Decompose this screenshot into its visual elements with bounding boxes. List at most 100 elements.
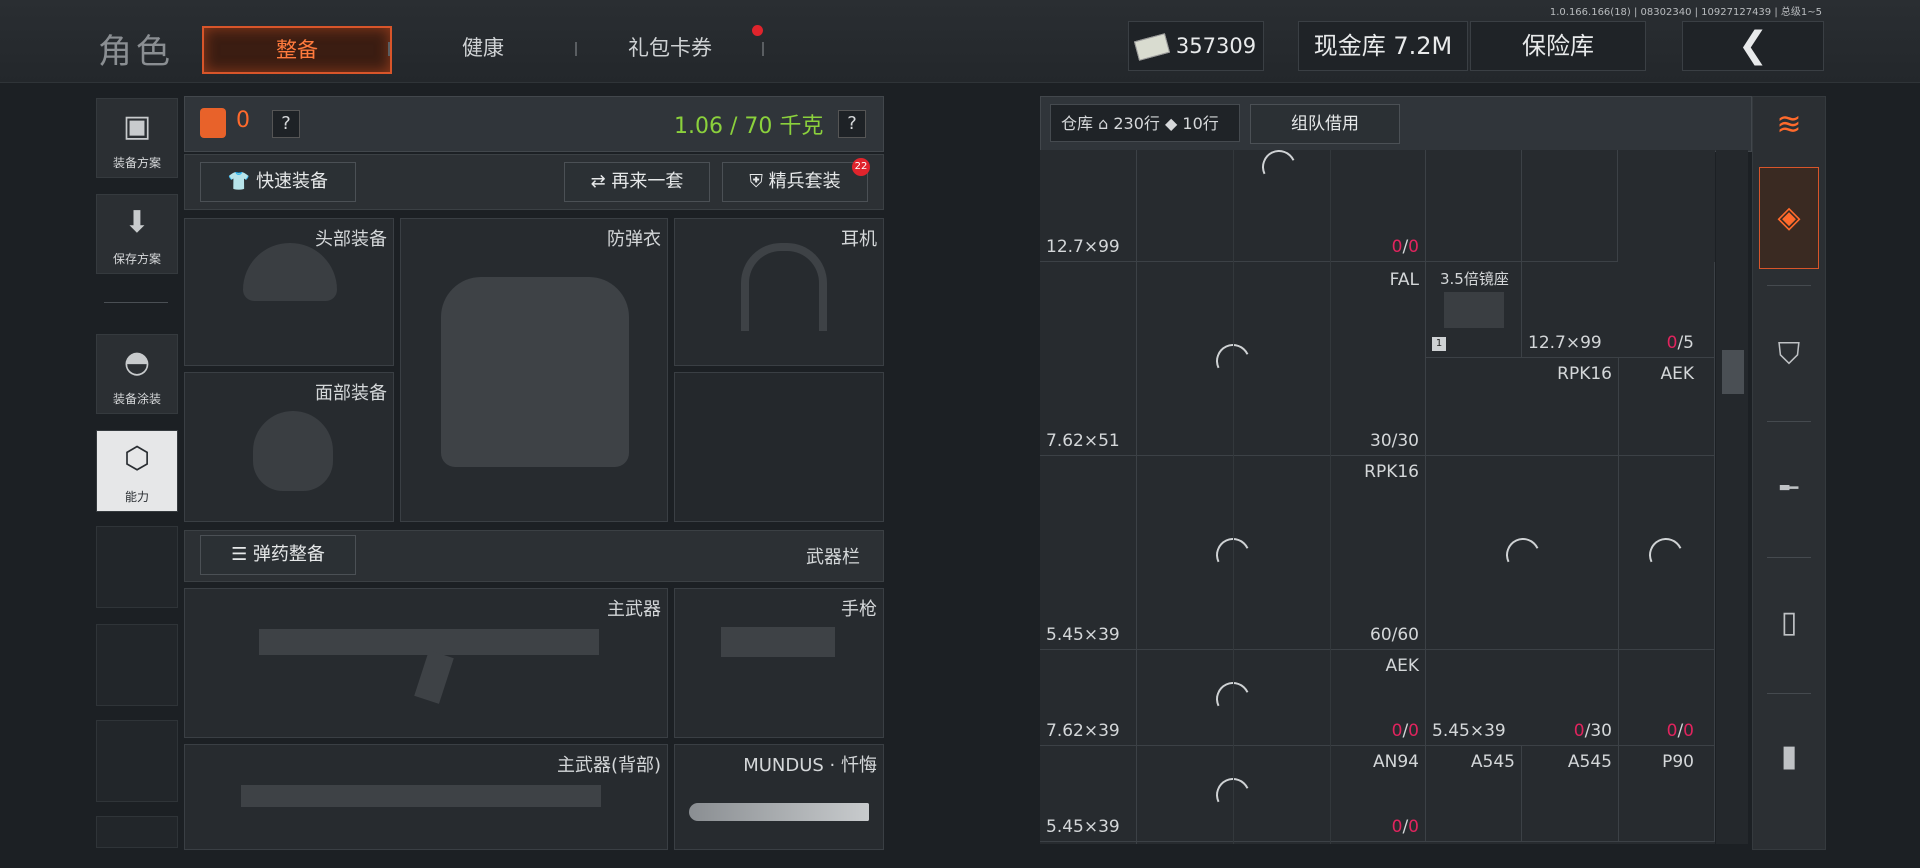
nav-label: 能力 <box>124 490 149 504</box>
slot-head[interactable]: 头部装备 <box>184 218 394 366</box>
item-name: A545 <box>1567 752 1612 772</box>
ammo-equip-button[interactable]: ☰ 弹药整备 <box>200 535 356 575</box>
storage-grid: 12.7×99 0/0 FAL 7.62×51 30/30 3.5倍镜座 1 1… <box>1040 150 1715 844</box>
money-value: 357309 <box>1175 34 1257 58</box>
sort-stack-icon[interactable]: ≋ <box>1753 107 1825 142</box>
grid-line <box>1233 150 1234 844</box>
item-count: 30/30 <box>1370 431 1419 451</box>
grid-line <box>1136 150 1137 844</box>
nav-empty-slot <box>96 720 178 802</box>
rifle-back-icon <box>241 785 601 807</box>
weight-display: 1.06 / 70 千克 <box>674 114 824 139</box>
storage-cell-empty[interactable] <box>1426 150 1522 262</box>
item-caliber: 12.7×99 <box>1046 237 1120 257</box>
storage-item[interactable]: P90 <box>1619 746 1715 842</box>
storage-cell-empty[interactable] <box>1522 150 1618 262</box>
nav-empty-slot <box>96 816 178 848</box>
weight-help-button[interactable]: ? <box>838 110 866 138</box>
helmet-icon <box>243 243 337 301</box>
money-display: 357309 <box>1128 21 1264 71</box>
nav-label: 装备方案 <box>112 156 161 170</box>
slot-label: 防弹衣 <box>607 229 661 250</box>
slot-headset[interactable]: 耳机 <box>674 218 884 366</box>
ticket-icon: ◆ <box>1165 114 1178 133</box>
shield-icon: ⛨ <box>749 171 769 192</box>
team-borrow-button[interactable]: 组队借用 <box>1250 104 1400 144</box>
knife-icon <box>689 803 869 821</box>
item-name: RPK16 <box>1364 462 1419 482</box>
gas-mask-icon <box>253 411 333 491</box>
safe-button[interactable]: 保险库 <box>1470 21 1646 71</box>
nav-equip-plan[interactable]: ▣ 装备方案 <box>96 98 178 178</box>
storage-item[interactable]: 0/0 <box>1619 650 1715 746</box>
storage-item-loading[interactable] <box>1619 456 1715 650</box>
tab-coupons[interactable]: 礼包卡券 <box>577 26 763 70</box>
ammo-equip-label: 弹药整备 <box>252 544 325 565</box>
item-caliber: 12.7×99 <box>1528 333 1602 353</box>
slot-face[interactable]: 面部装备 <box>184 372 394 522</box>
rifle-magazine-icon <box>414 650 454 704</box>
category-ammo-icon[interactable]: ▮ <box>1753 739 1825 774</box>
grid-line <box>1330 150 1331 844</box>
storage-item[interactable]: RPK16 <box>1426 358 1619 456</box>
slot-label: 手枪 <box>841 599 877 620</box>
slot-primary-weapon[interactable]: 主武器 <box>184 588 668 738</box>
again-label: 再来一套 <box>611 171 684 192</box>
item-name: FAL <box>1389 270 1419 290</box>
item-caliber: 5.45×39 <box>1046 625 1120 645</box>
helmet-paint-icon: ◓ <box>123 345 151 380</box>
item-count: 0/0 <box>1391 721 1419 741</box>
slot-empty[interactable] <box>674 372 884 522</box>
item-count: 60/60 <box>1370 625 1419 645</box>
storage-item[interactable]: A545 <box>1426 746 1522 842</box>
item-name: RPK16 <box>1557 364 1612 384</box>
nav-ability[interactable]: ⬡ 能力 <box>96 430 178 512</box>
scrollbar-thumb[interactable] <box>1722 350 1744 394</box>
nav-empty-slot <box>96 624 178 706</box>
item-name: AEK <box>1385 656 1419 676</box>
nav-label: 保存方案 <box>112 252 161 266</box>
storage-rows-ticket: 10行 <box>1182 114 1219 133</box>
slot-primary-back[interactable]: 主武器(背部) <box>184 744 668 850</box>
nav-equip-paint[interactable]: ◓ 装备涂装 <box>96 334 178 414</box>
storage-item-loading[interactable] <box>1426 456 1619 650</box>
body-armor-icon <box>441 277 629 467</box>
storage-item[interactable]: A545 <box>1522 746 1619 842</box>
slot-vest[interactable]: 防弹衣 <box>400 218 668 522</box>
category-armor-icon[interactable]: ⛉ <box>1753 337 1825 372</box>
slot-label: 主武器 <box>607 599 661 620</box>
ability-icon: ⬡ <box>123 441 151 476</box>
shirt-icon: 👕 <box>227 171 257 192</box>
quick-equip-button[interactable]: 👕 快速装备 <box>200 162 356 202</box>
category-magazine-icon[interactable]: ▯ <box>1753 605 1825 640</box>
back-button[interactable]: ❮ <box>1682 21 1824 71</box>
tab-health[interactable]: 健康 <box>390 26 576 70</box>
vest-icon: ▣ <box>122 109 152 144</box>
help-button[interactable]: ? <box>272 110 300 138</box>
storage-label: 仓库 <box>1061 114 1094 133</box>
armor-count: 0 <box>236 108 250 133</box>
scrollbar-track[interactable] <box>1716 150 1748 844</box>
tab-divider <box>762 42 764 56</box>
storage-item[interactable]: 12.7×99 0/5 <box>1522 262 1715 358</box>
storage-item[interactable]: AEK <box>1619 358 1715 456</box>
slot-pistol[interactable]: 手枪 <box>674 588 884 738</box>
slot-label: 头部装备 <box>315 229 387 250</box>
storage-item[interactable]: 5.45×39 0/30 <box>1426 650 1619 746</box>
cash-vault-button[interactable]: 现金库 7.2M <box>1298 21 1468 71</box>
tab-equip[interactable]: 整备 <box>202 26 392 74</box>
item-caliber: 5.45×39 <box>1046 817 1120 837</box>
nav-save-plan[interactable]: ⬇ 保存方案 <box>96 194 178 274</box>
sidebar-divider <box>1767 285 1811 286</box>
item-name: AN94 <box>1373 752 1419 772</box>
category-all-icon[interactable]: ◈ <box>1759 167 1819 269</box>
item-name: 3.5倍镜座 <box>1440 270 1509 288</box>
item-name: P90 <box>1662 752 1694 772</box>
elite-set-button[interactable]: ⛨ 精兵套装 <box>722 162 868 202</box>
storage-item[interactable]: 3.5倍镜座 1 <box>1426 262 1522 358</box>
category-rifle-icon[interactable]: ╾ <box>1753 471 1825 506</box>
again-button[interactable]: ⇄ 再来一套 <box>564 162 710 202</box>
quick-equip-label: 快速装备 <box>256 171 329 192</box>
item-count: 0/0 <box>1666 721 1694 741</box>
slot-knife[interactable]: MUNDUS · 忏悔 <box>674 744 884 850</box>
